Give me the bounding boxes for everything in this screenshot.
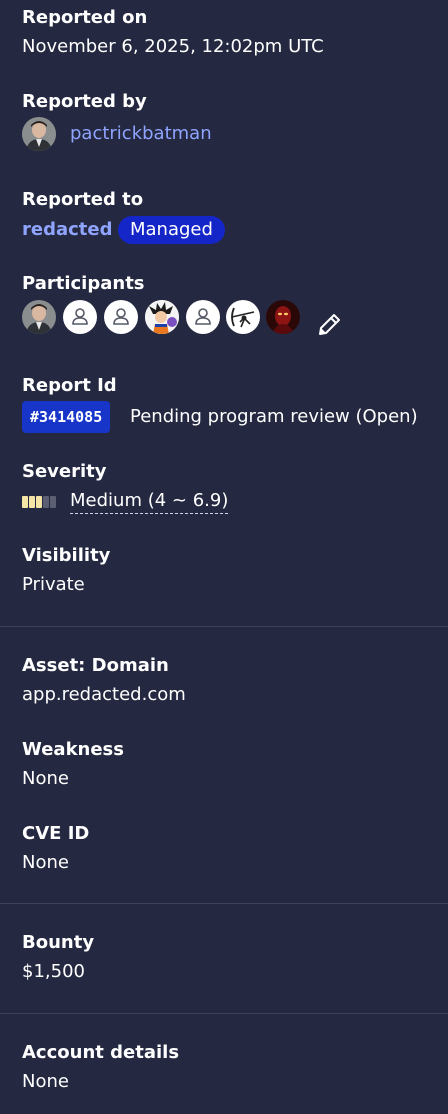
severity-meter bbox=[22, 496, 62, 508]
asset-label: Asset: Domain bbox=[22, 655, 169, 676]
participant-avatar-placeholder[interactable] bbox=[104, 300, 138, 334]
reporter-avatar[interactable] bbox=[22, 117, 56, 151]
user-icon bbox=[195, 308, 211, 325]
report-status: Pending program review (Open) bbox=[130, 406, 418, 427]
participant-avatar[interactable] bbox=[22, 300, 56, 334]
managed-badge: Managed bbox=[118, 216, 225, 244]
severity-segment bbox=[36, 496, 42, 508]
severity-segment bbox=[29, 496, 35, 508]
participants-label: Participants bbox=[22, 273, 145, 294]
account-details-label: Account details bbox=[22, 1042, 180, 1063]
severity-segment bbox=[43, 496, 49, 508]
severity-segment bbox=[22, 496, 28, 508]
weakness-label: Weakness bbox=[22, 739, 124, 760]
bounty-value: $1,500 bbox=[22, 961, 85, 982]
edit-participants-button[interactable] bbox=[316, 310, 344, 338]
bounty-label: Bounty bbox=[22, 932, 95, 953]
reported-on-label: Reported on bbox=[22, 7, 148, 28]
pencil-icon bbox=[319, 314, 340, 335]
reported-by-label: Reported by bbox=[22, 91, 147, 112]
severity-segment bbox=[50, 496, 56, 508]
reported-on-value: November 6, 2025, 12:02pm UTC bbox=[22, 36, 324, 57]
participant-avatar-cartoon[interactable] bbox=[145, 300, 179, 334]
cve-value: None bbox=[22, 852, 69, 873]
participant-avatar-placeholder[interactable] bbox=[186, 300, 220, 334]
cve-label: CVE ID bbox=[22, 823, 90, 844]
report-id-badge[interactable]: #3414085 bbox=[22, 401, 111, 433]
reporter-username-link[interactable]: pactrickbatman bbox=[70, 123, 212, 145]
participant-avatar-red[interactable] bbox=[266, 300, 300, 334]
account-details-value: None bbox=[22, 1071, 69, 1092]
participant-avatar-archer[interactable] bbox=[226, 300, 260, 334]
user-icon bbox=[113, 308, 129, 325]
divider bbox=[0, 626, 448, 627]
severity-value[interactable]: Medium (4 ~ 6.9) bbox=[70, 490, 229, 514]
report-id-label: Report Id bbox=[22, 375, 117, 396]
reported-to-label: Reported to bbox=[22, 189, 144, 210]
divider bbox=[0, 1013, 448, 1014]
visibility-label: Visibility bbox=[22, 545, 111, 566]
program-link[interactable]: redacted bbox=[22, 219, 112, 241]
user-icon bbox=[72, 308, 88, 325]
divider bbox=[0, 903, 448, 904]
visibility-value: Private bbox=[22, 574, 85, 595]
weakness-value: None bbox=[22, 768, 69, 789]
participant-avatar-placeholder[interactable] bbox=[63, 300, 97, 334]
severity-label: Severity bbox=[22, 461, 107, 482]
asset-value: app.redacted.com bbox=[22, 684, 186, 705]
